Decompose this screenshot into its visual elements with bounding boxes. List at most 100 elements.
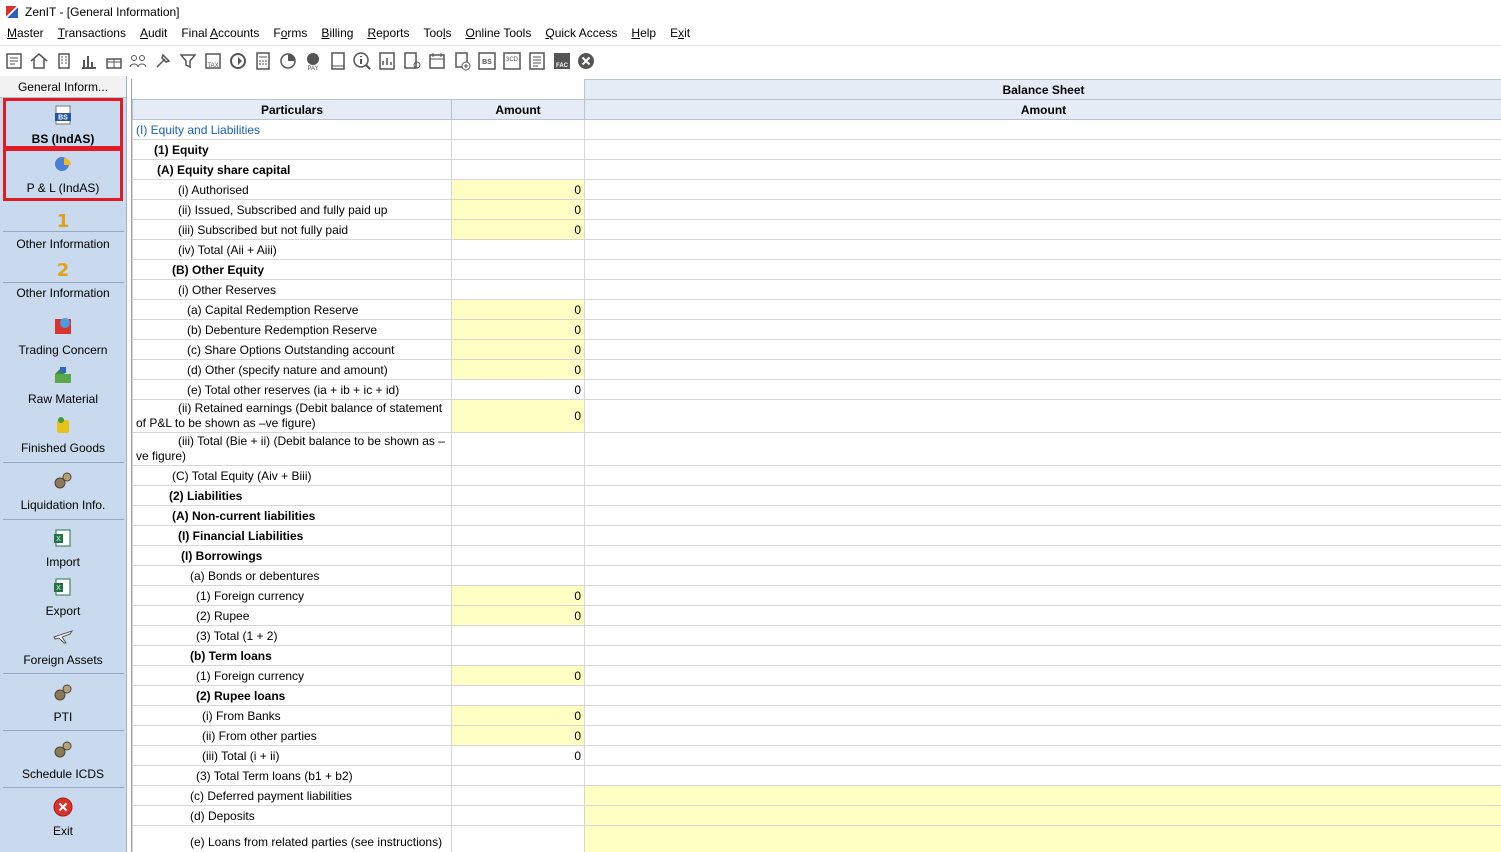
menu-item-help[interactable]: Help (631, 26, 656, 40)
amount-input-wide[interactable] (584, 805, 1501, 826)
table-row: (c) Deferred payment liabilities (132, 785, 1501, 806)
amount-cell (451, 805, 585, 826)
person-doc-icon[interactable] (402, 50, 422, 72)
sidebar-item-label: PTI (53, 710, 73, 724)
table-row: (e) Loans from related parties (see inst… (132, 825, 1501, 852)
table-row: (3) Total Term loans (b1 + b2) (132, 765, 1501, 786)
sidebar-item-pti[interactable]: PTI (3, 682, 123, 724)
menu-item-quick-access[interactable]: Quick Access (545, 26, 617, 40)
amount-input[interactable]: 0 (451, 605, 585, 626)
amount-cell-wide (584, 505, 1501, 526)
amount-cell-wide (584, 765, 1501, 786)
amount-cell (451, 785, 585, 806)
gift-icon[interactable] (104, 50, 124, 72)
sidebar-item-finished-goods[interactable]: Finished Goods (3, 413, 123, 455)
particulars-cell: (I) Financial Liabilities (132, 525, 452, 546)
particulars-cell: (i) Other Reserves (132, 279, 452, 300)
sidebar-item-liquidation-info[interactable]: Liquidation Info. (3, 470, 123, 512)
amount-cell-wide (584, 525, 1501, 546)
menu-item-audit[interactable]: Audit (140, 26, 167, 40)
amount-input[interactable]: 0 (451, 585, 585, 606)
menu-item-transactions[interactable]: Transactions (58, 26, 126, 40)
sidebar-item-export[interactable]: X Export (3, 576, 123, 618)
particulars-cell: (e) Loans from related parties (see inst… (132, 825, 452, 852)
book-icon[interactable] (328, 50, 348, 72)
amount-input[interactable]: 0 (451, 299, 585, 320)
amount-input-wide[interactable] (584, 825, 1501, 852)
pie-icon[interactable] (278, 50, 298, 72)
menu-item-master[interactable]: Master (7, 26, 44, 40)
amount-input[interactable]: 0 (451, 179, 585, 200)
amount-input[interactable]: 0 (451, 219, 585, 240)
add-doc-icon[interactable] (452, 50, 472, 72)
table-row: (i) Authorised 0 (132, 179, 1501, 200)
amount-cell-wide (584, 705, 1501, 726)
amount-input[interactable]: 0 (451, 199, 585, 220)
menu-item-exit[interactable]: Exit (670, 26, 690, 40)
toolbar: TAX PAY BS 3CD FAC (0, 45, 1501, 76)
table-row: (a) Capital Redemption Reserve 0 (132, 299, 1501, 320)
amount-input[interactable]: 0 (451, 319, 585, 340)
menu-item-online-tools[interactable]: Online Tools (466, 26, 532, 40)
menu-item-billing[interactable]: Billing (321, 26, 353, 40)
menu-item-reports[interactable]: Reports (367, 26, 409, 40)
3cd-icon[interactable]: 3CD (502, 50, 522, 72)
sidebar-item-raw-material[interactable]: Raw Material (3, 364, 123, 406)
number-1-icon: 1 (52, 209, 74, 234)
table-row: (iv) Total (Aii + Aiii) (132, 239, 1501, 260)
print-icon[interactable] (4, 50, 24, 72)
menu-item-tools[interactable]: Tools (423, 26, 451, 40)
sidebar-separator (3, 462, 124, 463)
menu-item-forms[interactable]: Forms (273, 26, 307, 40)
pay-icon[interactable]: PAY (303, 50, 323, 72)
sidebar-item-other-information-2[interactable]: 2 Other Information (3, 258, 123, 300)
sidebar-item-schedule-icds[interactable]: Schedule ICDS (3, 739, 123, 781)
amount-input[interactable]: 0 (451, 665, 585, 686)
sidebar-item-import[interactable]: X Import (3, 527, 123, 569)
particulars-cell: (c) Share Options Outstanding account (132, 339, 452, 360)
home-icon[interactable] (29, 50, 49, 72)
amount-input[interactable]: 0 (451, 705, 585, 726)
svg-text:FAC: FAC (556, 63, 569, 69)
sidebar-separator (3, 787, 124, 788)
ledger-icon[interactable] (527, 50, 547, 72)
particulars-cell: (1) Equity (132, 139, 452, 160)
amount-cell-wide (584, 665, 1501, 686)
sidebar-item-label: Finished Goods (20, 441, 106, 455)
pin-icon[interactable] (153, 50, 173, 72)
menu-item-final-accounts[interactable]: Final Accounts (181, 26, 259, 40)
amount-input[interactable]: 0 (451, 399, 585, 433)
refresh-icon[interactable] (228, 50, 248, 72)
fac-icon[interactable]: FAC (552, 50, 572, 72)
amount-input[interactable]: 0 (451, 359, 585, 380)
sidebar-item-trading-concern[interactable]: Trading Concern (3, 315, 123, 357)
amount-input-wide[interactable] (584, 785, 1501, 806)
particulars-cell: (iv) Total (Aii + Aiii) (132, 239, 452, 260)
amount-input[interactable]: 0 (451, 339, 585, 360)
info-icon[interactable] (352, 50, 372, 72)
amount-cell-wide (584, 259, 1501, 280)
tax-icon[interactable]: TAX (203, 50, 223, 72)
sidebar-item-other-information[interactable]: 1 Other Information (3, 209, 123, 251)
sidebar-item-foreign-assets[interactable]: Foreign Assets (3, 625, 123, 667)
amount-cell-wide (584, 465, 1501, 486)
table-row: (I) Equity and Liabilities (132, 119, 1501, 140)
building-icon[interactable] (54, 50, 74, 72)
report-icon[interactable] (377, 50, 397, 72)
calculator-icon[interactable] (253, 50, 273, 72)
table-row: (2) Rupee loans (132, 685, 1501, 706)
sidebar: General Inform... BS BS (IndAS) P & L (Ind… (0, 76, 127, 852)
excel-export-icon: X (52, 576, 74, 601)
bar-chart-icon[interactable] (79, 50, 99, 72)
bs-icon[interactable]: BS (477, 50, 497, 72)
calendar-icon[interactable] (427, 50, 447, 72)
amount-input[interactable]: 0 (451, 725, 585, 746)
particulars-cell: (a) Bonds or debentures (132, 565, 452, 586)
particulars-cell: (2) Rupee loans (132, 685, 452, 706)
close-circle-icon[interactable] (576, 50, 596, 72)
particulars-cell: (e) Total other reserves (ia + ib + ic +… (132, 379, 452, 400)
filter-icon[interactable] (178, 50, 198, 72)
table-row: (iii) Subscribed but not fully paid 0 (132, 219, 1501, 240)
sidebar-item-exit[interactable]: Exit (3, 796, 123, 838)
users-icon[interactable] (128, 50, 148, 72)
